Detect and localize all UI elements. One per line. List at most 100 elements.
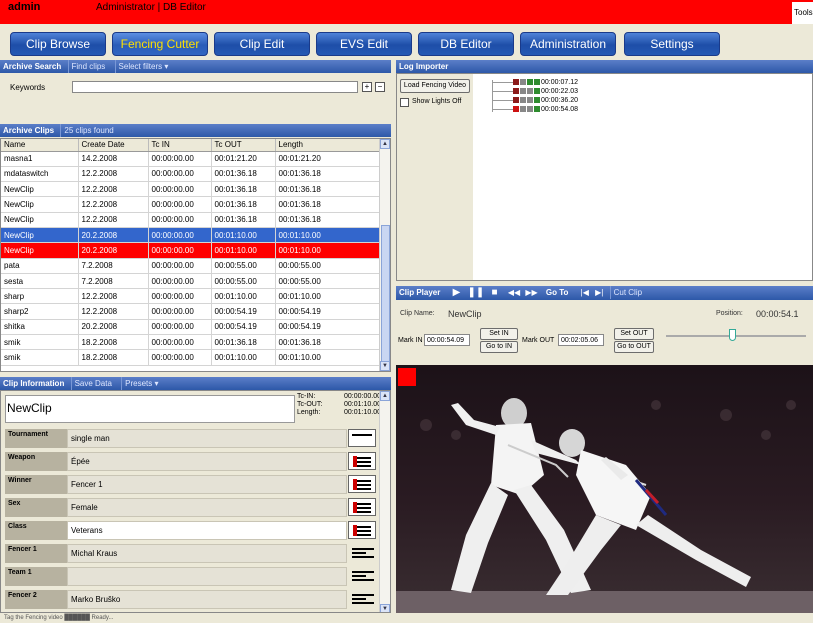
table-row[interactable]: NewClip 20.2.2008 00:00:00.00 00:01:10.00 00… — [1, 242, 382, 259]
column-header-name[interactable]: Name — [1, 139, 79, 152]
table-row[interactable]: shitka 20.2.2008 00:00:00.00 00:00:54.19 00:… — [1, 319, 382, 336]
field-value[interactable]: Marko Bruško — [67, 590, 347, 609]
field-value[interactable]: single man — [67, 429, 347, 448]
clip-info-scrollbar[interactable]: ▲ ▼ — [379, 391, 390, 612]
tools-menu[interactable]: Tools — [792, 2, 813, 26]
scroll-down-arrow-icon[interactable]: ▼ — [380, 604, 390, 612]
field-row: Weapon Épée — [5, 452, 347, 471]
table-cell: 00:01:36.18 — [211, 212, 276, 228]
field-value[interactable]: Michal Kraus — [67, 544, 347, 563]
menu-lines-icon[interactable] — [348, 567, 376, 585]
load-fencing-video-button[interactable]: Load Fencing Video — [400, 79, 470, 93]
nav-fencing-cutter[interactable]: Fencing Cutter — [112, 32, 208, 56]
table-cell: 00:00:54.19 — [275, 319, 382, 336]
cut-clip-button[interactable]: Cut Clip — [609, 286, 645, 299]
video-frame[interactable] — [396, 365, 813, 613]
rewind-icon[interactable]: ◀◀ — [508, 288, 520, 297]
nav-clip-edit[interactable]: Clip Edit — [214, 32, 310, 56]
mark-in-field[interactable]: 00:00:54.09 — [424, 334, 470, 346]
play-icon[interactable]: ▶ — [453, 287, 461, 298]
nav-administration[interactable]: Administration — [520, 32, 616, 56]
go-to-in-button[interactable]: Go to IN — [480, 341, 518, 353]
list-picker-icon[interactable] — [348, 498, 376, 516]
table-row[interactable]: NewClip 12.2.2008 00:00:00.00 00:01:36.18 00… — [1, 196, 382, 213]
table-row[interactable]: sharp 12.2.2008 00:00:00.00 00:01:10.00 00:0… — [1, 288, 382, 305]
table-row[interactable]: NewClip 20.2.2008 00:00:00.00 00:01:10.00 00… — [1, 227, 382, 244]
fast-forward-icon[interactable]: ▶▶ — [525, 288, 537, 297]
list-picker-icon[interactable] — [348, 521, 376, 539]
scroll-down-arrow-icon[interactable]: ▼ — [380, 361, 390, 371]
nav-settings[interactable]: Settings — [624, 32, 720, 56]
prev-frame-icon[interactable]: |◀ — [581, 288, 589, 297]
table-row[interactable]: masna1 14.2.2008 00:00:00.00 00:01:21.20 00:… — [1, 151, 382, 167]
keywords-input[interactable] — [72, 81, 358, 93]
next-frame-icon[interactable]: ▶| — [595, 288, 603, 297]
set-in-button[interactable]: Set IN — [480, 328, 518, 340]
mark-out-field[interactable]: 00:02:05.06 — [558, 334, 604, 346]
tab-find-clips[interactable]: Find clips — [67, 60, 109, 73]
go-to-button[interactable]: Go To — [546, 288, 569, 297]
table-row[interactable]: pata 7.2.2008 00:00:00.00 00:00:55.00 00:00:… — [1, 258, 382, 274]
field-picker-icon[interactable] — [348, 429, 376, 447]
table-cell: 00:01:36.18 — [211, 181, 276, 198]
nav-evs-edit[interactable]: EVS Edit — [316, 32, 412, 56]
remove-keyword-button[interactable]: − — [375, 82, 385, 92]
table-cell: 20.2.2008 — [78, 319, 149, 336]
field-value[interactable]: Fencer 1 — [67, 475, 347, 494]
nav-clip-browse[interactable]: Clip Browse — [10, 32, 106, 56]
tab-presets[interactable]: Presets ▾ — [121, 377, 161, 390]
tc-out-value: 00:01:10.00 — [344, 401, 381, 408]
archive-search-title: Archive Search — [3, 62, 62, 71]
table-row[interactable]: sesta 7.2.2008 00:00:00.00 00:00:55.00 00:00… — [1, 273, 382, 290]
log-tree-line — [492, 80, 493, 112]
field-label: Tournament — [5, 429, 67, 448]
table-cell: 14.2.2008 — [78, 151, 149, 167]
table-row[interactable]: mdataswitch 12.2.2008 00:00:00.00 00:01:36.… — [1, 166, 382, 183]
field-value[interactable]: Female — [67, 498, 347, 517]
field-value[interactable]: Épée — [67, 452, 347, 471]
tab-select-filters[interactable]: Select filters ▾ — [114, 60, 172, 73]
column-header-create-date[interactable]: Create Date — [78, 139, 149, 152]
column-header-tc-in[interactable]: Tc IN — [148, 139, 212, 152]
table-cell: masna1 — [1, 151, 79, 167]
log-entry[interactable]: 00:00:54.08 — [513, 105, 578, 114]
clip-info-title: Clip Information — [3, 379, 65, 388]
add-keyword-button[interactable]: + — [362, 82, 372, 92]
clips-table: Name Create Date Tc IN Tc OUT Length masna1 1… — [0, 138, 391, 372]
log-entry[interactable]: 00:00:07.12 — [513, 78, 578, 87]
table-cell: 00:00:00.00 — [148, 288, 212, 305]
log-entry[interactable]: 00:00:36.20 — [513, 96, 578, 105]
list-picker-icon[interactable] — [348, 452, 376, 470]
stop-icon[interactable]: ■ — [492, 287, 498, 298]
menu-lines-icon[interactable] — [348, 544, 376, 562]
pause-icon[interactable]: ❚❚ — [468, 287, 485, 298]
field-value[interactable] — [67, 567, 347, 586]
field-value[interactable]: Veterans — [67, 521, 347, 540]
field-label: Sex — [5, 498, 67, 517]
table-row[interactable]: smik 18.2.2008 00:00:00.00 00:01:36.18 00:01… — [1, 334, 382, 351]
go-to-out-button[interactable]: Go to OUT — [614, 341, 654, 353]
show-lights-off-checkbox[interactable] — [400, 98, 409, 107]
table-row[interactable]: NewClip 12.2.2008 00:00:00.00 00:01:36.18 00… — [1, 181, 382, 198]
log-entry-time: 00:00:36.20 — [541, 97, 578, 104]
table-row[interactable]: smik 18.2.2008 00:00:00.00 00:01:10.00 00:01… — [1, 349, 382, 366]
tab-save-data[interactable]: Save Data — [70, 377, 115, 390]
scroll-up-arrow-icon[interactable]: ▲ — [380, 139, 390, 149]
menu-lines-icon[interactable] — [348, 590, 376, 608]
set-out-button[interactable]: Set OUT — [614, 328, 654, 340]
list-picker-icon[interactable] — [348, 475, 376, 493]
clips-table-scrollbar[interactable]: ▲ ▼ — [379, 139, 390, 371]
light-indicator-icon — [527, 79, 533, 85]
column-header-length[interactable]: Length — [275, 139, 382, 152]
scrollbar-thumb[interactable] — [381, 225, 390, 371]
nav-db-editor[interactable]: DB Editor — [418, 32, 514, 56]
log-entry[interactable]: 00:00:22.03 — [513, 87, 578, 96]
table-row[interactable]: NewClip 12.2.2008 00:00:00.00 00:01:36.18 00… — [1, 212, 382, 228]
position-slider-thumb[interactable] — [729, 329, 736, 341]
position-slider-track[interactable] — [666, 335, 806, 337]
table-row[interactable]: sharp2 12.2.2008 00:00:00.00 00:00:54.19 00:… — [1, 303, 382, 320]
light-indicator-icon — [520, 79, 526, 85]
column-header-tc-out[interactable]: Tc OUT — [211, 139, 276, 152]
table-cell: 00:01:10.00 — [275, 227, 382, 244]
scroll-up-arrow-icon[interactable]: ▲ — [380, 391, 390, 401]
